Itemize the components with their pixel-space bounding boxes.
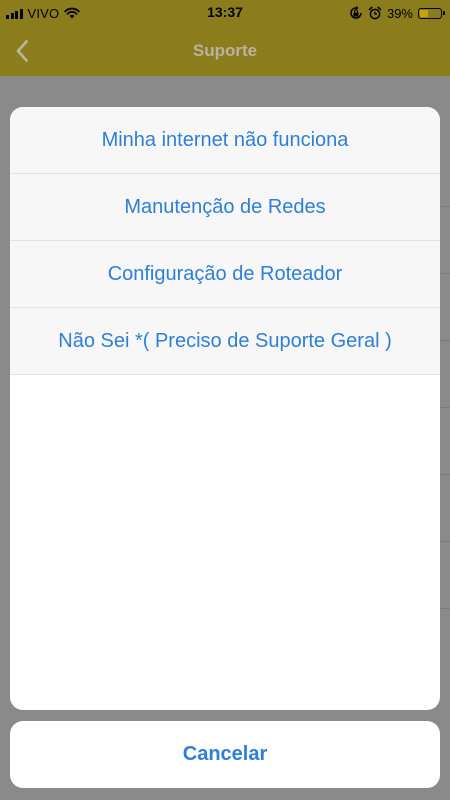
option-label: Minha internet não funciona: [101, 128, 349, 151]
cancel-button[interactable]: Cancelar: [10, 721, 440, 788]
status-bar: VIVO 13:37 39%: [0, 0, 450, 26]
chevron-left-icon: [16, 40, 28, 62]
option-label: Manutenção de Redes: [124, 195, 326, 218]
option-internet-not-working[interactable]: Minha internet não funciona: [10, 107, 440, 174]
option-label: Não Sei *( Preciso de Suporte Geral ): [58, 329, 392, 352]
battery-percent: 39%: [386, 5, 413, 21]
page-title: Suporte: [192, 41, 258, 60]
lock-rotation-icon: [350, 6, 362, 19]
navigation-bar: Suporte: [0, 26, 450, 76]
back-button[interactable]: [8, 36, 36, 66]
option-general-support[interactable]: Não Sei *( Preciso de Suporte Geral ): [10, 308, 440, 375]
battery-level: [420, 9, 428, 17]
option-network-maintenance[interactable]: Manutenção de Redes: [10, 174, 440, 241]
alarm-icon: [368, 6, 382, 20]
battery-icon: [418, 7, 445, 19]
option-router-configuration[interactable]: Configuração de Roteador: [10, 241, 440, 308]
option-label: Configuração de Roteador: [107, 262, 343, 285]
action-sheet: Minha internet não funciona Manutenção d…: [10, 107, 440, 710]
status-right: 39%: [349, 4, 445, 22]
